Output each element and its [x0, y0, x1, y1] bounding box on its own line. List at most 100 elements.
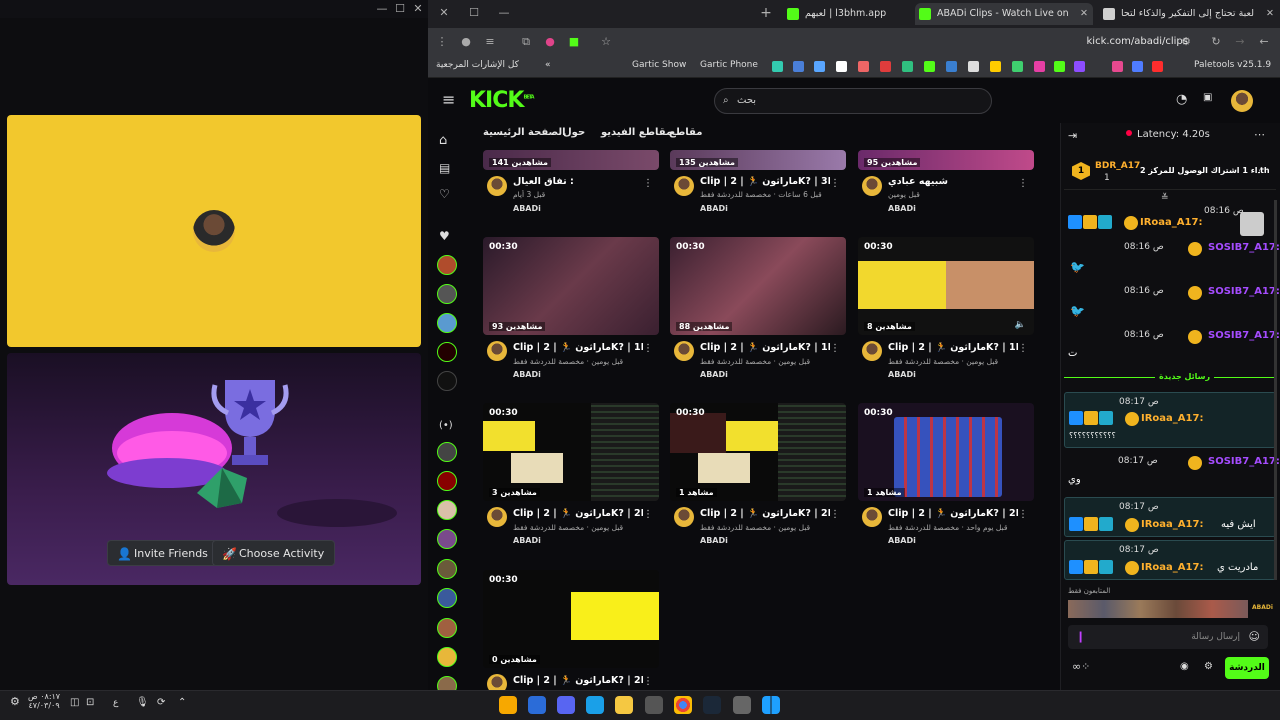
invite-friends-button[interactable]: 👤 Invite Friends: [107, 540, 219, 566]
channel-avatar[interactable]: [437, 371, 457, 391]
media-icon[interactable]: ≡: [482, 34, 498, 50]
bookmark-icon[interactable]: [1112, 61, 1123, 72]
gear-app-icon[interactable]: [733, 696, 751, 714]
maximize-icon[interactable]: ☐: [392, 1, 408, 17]
kick-logo[interactable]: KICKBETA: [469, 88, 535, 113]
clip-thumbnail[interactable]: 00:30 93 مشاهدين: [483, 237, 659, 335]
tab-game[interactable]: لعبة تحتاج إلى التفكير والذكاء لتحا ✕: [1099, 3, 1279, 25]
clip-thumbnail[interactable]: 135 مشاهدين: [670, 150, 846, 170]
chat-message[interactable]: 08:17 ص IRoaa_A17: ؟؟؟؟؟؟؟؟؟؟؟: [1064, 392, 1276, 448]
channel-avatar[interactable]: [437, 342, 457, 362]
bookmark-icon[interactable]: [1054, 61, 1065, 72]
chat-message[interactable]: 08:16 ص IRoaa_A17:: [1064, 206, 1276, 236]
following-icon[interactable]: ♡: [439, 187, 450, 201]
channel-avatar[interactable]: [674, 507, 694, 527]
more-options-icon[interactable]: ⋮: [1018, 178, 1028, 189]
chat-message[interactable]: 08:16 ص SOSIB7_A17: 🐦: [1064, 242, 1280, 282]
more-options-icon[interactable]: ⋮: [830, 509, 840, 520]
channel-avatar[interactable]: [437, 618, 457, 638]
channel-avatar[interactable]: [437, 313, 457, 333]
mic-tray-icon[interactable]: 🎙: [136, 697, 149, 708]
extensions-icon[interactable]: ⧉: [518, 34, 534, 50]
tab-close-icon[interactable]: ✕: [1080, 3, 1088, 25]
chat-message-input[interactable]: إرسال رسالة ❙ ☺: [1068, 625, 1268, 649]
bookmark-icon[interactable]: [924, 61, 935, 72]
sync-tray-icon[interactable]: ⟳: [157, 697, 165, 708]
chat-message[interactable]: 08:17 ص IRoaa_A17: ايش فيه: [1064, 497, 1276, 537]
bookmark-icon[interactable]: [1012, 61, 1023, 72]
steam-icon[interactable]: [703, 696, 721, 714]
discord-icon[interactable]: [557, 696, 575, 714]
forward-icon[interactable]: →: [1232, 34, 1248, 50]
bookmark-icon[interactable]: [990, 61, 1001, 72]
minimize-window-icon[interactable]: —: [496, 5, 512, 21]
channel-avatar[interactable]: [862, 341, 882, 361]
emoji-icon[interactable]: ☺: [1249, 625, 1260, 649]
clip-thumbnail[interactable]: 141 مشاهدين: [483, 150, 659, 170]
network-icon[interactable]: ⊡: [86, 697, 94, 708]
choose-activity-button[interactable]: 🚀 Choose Activity: [212, 540, 336, 566]
more-options-icon[interactable]: ⋮: [1018, 343, 1028, 354]
settings-tray-icon[interactable]: ⚙: [10, 695, 20, 708]
chat-message[interactable]: 08:17 ص IRoaa_A17: مادريت ي: [1064, 540, 1276, 580]
tray-chevron-icon[interactable]: ⌃: [178, 697, 186, 708]
chat-send-button[interactable]: الدردشة: [1225, 657, 1269, 679]
channel-avatar[interactable]: [437, 471, 457, 491]
pinned-gift[interactable]: 1 BDR_A17 1 إهداء 1 اشتراك الوصول للمركز…: [1064, 156, 1276, 190]
menu-icon[interactable]: ≡: [442, 90, 455, 109]
bookmark-icon[interactable]: [772, 61, 783, 72]
reload-icon[interactable]: ↻: [1208, 34, 1224, 50]
chrome-icon[interactable]: [674, 696, 692, 714]
browse-icon[interactable]: ▤: [439, 161, 450, 175]
url-field[interactable]: kick.com/abadi/clips: [588, 33, 1188, 51]
windows-start-icon[interactable]: [762, 696, 780, 714]
clip-thumbnail[interactable]: 95 مشاهدين: [858, 150, 1034, 170]
bookmark-icon[interactable]: [858, 61, 869, 72]
channel-avatar[interactable]: [437, 442, 457, 462]
clip-thumbnail[interactable]: 00:30 88 مشاهدين: [670, 237, 846, 335]
clip-thumbnail[interactable]: 00:30 1 مشاهد: [670, 403, 846, 501]
tab-home[interactable]: الصفحة الرئيسية: [483, 127, 566, 138]
kick-points-icon[interactable]: ∞⁘: [1072, 660, 1090, 673]
bookmark-icon[interactable]: [880, 61, 891, 72]
chat-message[interactable]: 08:17 ص SOSIB7_A17: وي: [1064, 456, 1280, 490]
channel-avatar[interactable]: [437, 284, 457, 304]
tab-close-icon[interactable]: ✕: [1266, 3, 1274, 25]
extension-icon[interactable]: ●: [542, 34, 558, 50]
tab-abadi-clips-active[interactable]: ABADi Clips - Watch Live on ✕: [915, 3, 1093, 25]
channel-avatar[interactable]: [487, 507, 507, 527]
profile-icon[interactable]: ●: [458, 34, 474, 50]
channel-avatar[interactable]: [437, 500, 457, 520]
chat-scrollbar[interactable]: [1274, 200, 1277, 580]
bookmark-paletools[interactable]: Paletools v25.1.9: [1194, 60, 1271, 70]
tab-videos[interactable]: مقاطع الفيديو: [601, 127, 672, 138]
clip-thumbnail[interactable]: 00:30 1 مشاهد: [858, 403, 1034, 501]
bookmark-icon[interactable]: [836, 61, 847, 72]
all-bookmarks[interactable]: كل الإشارات المرجعية: [436, 60, 519, 70]
channel-avatar[interactable]: [487, 341, 507, 361]
live-icon[interactable]: (•): [439, 420, 453, 431]
clip-thumbnail[interactable]: 00:30 8 مشاهدين 🔈: [858, 237, 1034, 335]
channel-avatar[interactable]: [862, 176, 882, 196]
more-options-icon[interactable]: ⋮: [1018, 509, 1028, 520]
collapse-chat-icon[interactable]: ⇥: [1068, 129, 1077, 142]
more-options-icon[interactable]: ⋮: [830, 343, 840, 354]
notification-icon[interactable]: ◫: [70, 697, 79, 708]
new-tab-icon[interactable]: +: [758, 5, 774, 21]
more-menu-icon[interactable]: ⋮: [434, 34, 450, 50]
kick-brand-icon[interactable]: ▣: [1203, 92, 1212, 103]
tab-abadi-clips[interactable]: لعبهم | l3bhm.app ✕: [783, 3, 937, 25]
close-icon[interactable]: ✕: [410, 1, 426, 17]
language-indicator[interactable]: ع: [113, 698, 118, 708]
channel-avatar[interactable]: [437, 647, 457, 667]
bookmark-icon[interactable]: [1074, 61, 1085, 72]
channel-avatar[interactable]: [437, 529, 457, 549]
app-icon[interactable]: [528, 696, 546, 714]
bookmark-icon[interactable]: [968, 61, 979, 72]
tab-about[interactable]: حول: [563, 127, 585, 138]
app-icon[interactable]: [499, 696, 517, 714]
channel-avatar[interactable]: [487, 176, 507, 196]
clip-thumbnail[interactable]: 00:30 0 مشاهدين: [483, 570, 659, 668]
restore-window-icon[interactable]: ☐: [466, 5, 482, 21]
bookmark-gartic-phone[interactable]: Gartic Phone: [700, 60, 758, 70]
